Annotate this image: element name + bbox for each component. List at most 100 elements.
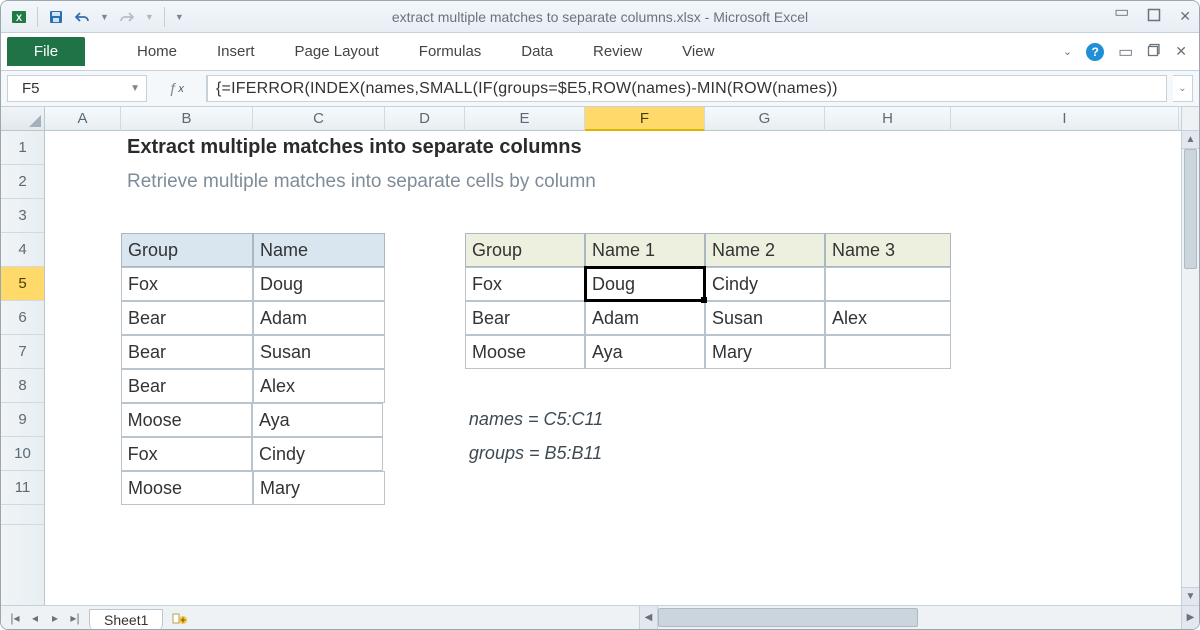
t1-cell[interactable]: Fox	[121, 437, 252, 471]
cell[interactable]	[45, 131, 121, 165]
cell[interactable]	[45, 403, 121, 437]
scroll-split-box[interactable]	[1182, 107, 1199, 131]
cell[interactable]	[585, 369, 705, 403]
cell[interactable]	[951, 301, 1179, 335]
t1-cell[interactable]: Moose	[121, 471, 253, 505]
help-icon[interactable]: ?	[1086, 43, 1104, 61]
scroll-left-button[interactable]: ◀	[640, 606, 658, 629]
tab-review[interactable]: Review	[591, 37, 644, 66]
sheet-nav-prev-icon[interactable]: ◂	[27, 611, 43, 625]
minimize-icon[interactable]: ▭	[1114, 8, 1129, 25]
formula-expand-icon[interactable]: ⌄	[1173, 75, 1193, 102]
active-cell[interactable]: Doug	[585, 267, 705, 301]
sheet-nav-next-icon[interactable]: ▸	[47, 611, 63, 625]
select-all-button[interactable]	[1, 107, 45, 130]
scroll-right-button[interactable]: ▶	[1181, 606, 1199, 629]
qat-customize-icon[interactable]: ▼	[175, 12, 184, 22]
row-head-10[interactable]: 10	[1, 437, 44, 471]
row-head-6[interactable]: 6	[1, 301, 44, 335]
cell[interactable]	[383, 437, 463, 471]
cell[interactable]	[954, 403, 1181, 437]
cell[interactable]	[951, 199, 1179, 233]
tab-home[interactable]: Home	[135, 37, 179, 66]
cell[interactable]	[385, 199, 465, 233]
t2-cell[interactable]	[825, 335, 951, 369]
cell[interactable]	[45, 233, 121, 267]
t2-cell[interactable]: Aya	[585, 335, 705, 369]
tab-page-layout[interactable]: Page Layout	[293, 37, 381, 66]
t1-cell[interactable]: Mary	[253, 471, 385, 505]
row-head-5[interactable]: 5	[1, 267, 44, 301]
new-sheet-button[interactable]	[169, 606, 191, 629]
row-head-12[interactable]	[1, 505, 44, 525]
t2-cell[interactable]: Mary	[705, 335, 825, 369]
t2-header-group[interactable]: Group	[465, 233, 585, 267]
t1-cell[interactable]: Fox	[121, 267, 253, 301]
cell[interactable]	[951, 267, 1179, 301]
cell[interactable]	[45, 369, 121, 403]
cells-container[interactable]: Extract multiple matches into separate c…	[45, 131, 1181, 605]
cell[interactable]	[383, 403, 463, 437]
cell[interactable]	[385, 233, 465, 267]
row-head-9[interactable]: 9	[1, 403, 44, 437]
t1-cell[interactable]: Moose	[121, 403, 252, 437]
cell[interactable]	[825, 369, 951, 403]
name-box-dropdown-icon[interactable]: ▼	[130, 83, 140, 94]
t1-header-name[interactable]: Name	[253, 233, 385, 267]
ribbon-minimize-icon[interactable]: ⌄	[1063, 45, 1072, 58]
row-head-3[interactable]: 3	[1, 199, 44, 233]
sheet-tab-1[interactable]: Sheet1	[89, 609, 163, 629]
tab-insert[interactable]: Insert	[215, 37, 257, 66]
scroll-track[interactable]	[1182, 149, 1199, 587]
t2-cell[interactable]: Moose	[465, 335, 585, 369]
cell[interactable]	[45, 335, 121, 369]
row-head-2[interactable]: 2	[1, 165, 44, 199]
col-head-d[interactable]: D	[385, 107, 465, 131]
cell[interactable]	[45, 301, 121, 335]
sheet-nav-last-icon[interactable]: ▸|	[67, 611, 83, 625]
cell[interactable]	[951, 471, 1179, 505]
row-head-1[interactable]: 1	[1, 131, 44, 165]
t2-header-name3[interactable]: Name 3	[825, 233, 951, 267]
tab-data[interactable]: Data	[519, 37, 555, 66]
undo-icon[interactable]	[74, 9, 90, 25]
col-head-h[interactable]: H	[825, 107, 951, 131]
cell[interactable]	[385, 335, 465, 369]
tab-view[interactable]: View	[680, 37, 716, 66]
t1-cell[interactable]: Bear	[121, 301, 253, 335]
sheet-nav-first-icon[interactable]: |◂	[7, 611, 23, 625]
name-box[interactable]: F5 ▼	[7, 75, 147, 102]
horizontal-scrollbar[interactable]: ◀ ▶	[639, 606, 1199, 629]
undo-dropdown-icon[interactable]: ▼	[100, 12, 109, 22]
col-head-i[interactable]: I	[951, 107, 1179, 131]
close-icon[interactable]: ✕	[1179, 8, 1191, 25]
cell[interactable]	[705, 369, 825, 403]
t2-cell[interactable]: Cindy	[705, 267, 825, 301]
cell[interactable]	[45, 199, 121, 233]
cell[interactable]	[465, 199, 585, 233]
cell[interactable]	[385, 369, 465, 403]
t1-cell[interactable]: Bear	[121, 369, 253, 403]
cell[interactable]	[825, 471, 951, 505]
col-head-b[interactable]: B	[121, 107, 253, 131]
cell[interactable]	[825, 199, 951, 233]
note-groups[interactable]: groups = B5:B11	[463, 437, 954, 471]
redo-dropdown-icon[interactable]: ▼	[145, 12, 154, 22]
cell[interactable]	[465, 369, 585, 403]
t1-cell[interactable]: Cindy	[252, 437, 383, 471]
col-head-a[interactable]: A	[45, 107, 121, 131]
t2-cell[interactable]: Susan	[705, 301, 825, 335]
fx-button[interactable]: ƒx	[147, 75, 207, 102]
t2-cell[interactable]: Alex	[825, 301, 951, 335]
cell[interactable]	[951, 335, 1179, 369]
t1-cell[interactable]: Doug	[253, 267, 385, 301]
cell[interactable]	[45, 165, 121, 199]
row-head-11[interactable]: 11	[1, 471, 44, 505]
hscroll-track[interactable]	[658, 606, 1181, 629]
t1-cell[interactable]: Alex	[253, 369, 385, 403]
doc-close-icon[interactable]: ✕	[1175, 43, 1187, 60]
tab-formulas[interactable]: Formulas	[417, 37, 484, 66]
scroll-down-button[interactable]: ▼	[1182, 587, 1199, 605]
row-head-4[interactable]: 4	[1, 233, 44, 267]
cell[interactable]	[705, 471, 825, 505]
